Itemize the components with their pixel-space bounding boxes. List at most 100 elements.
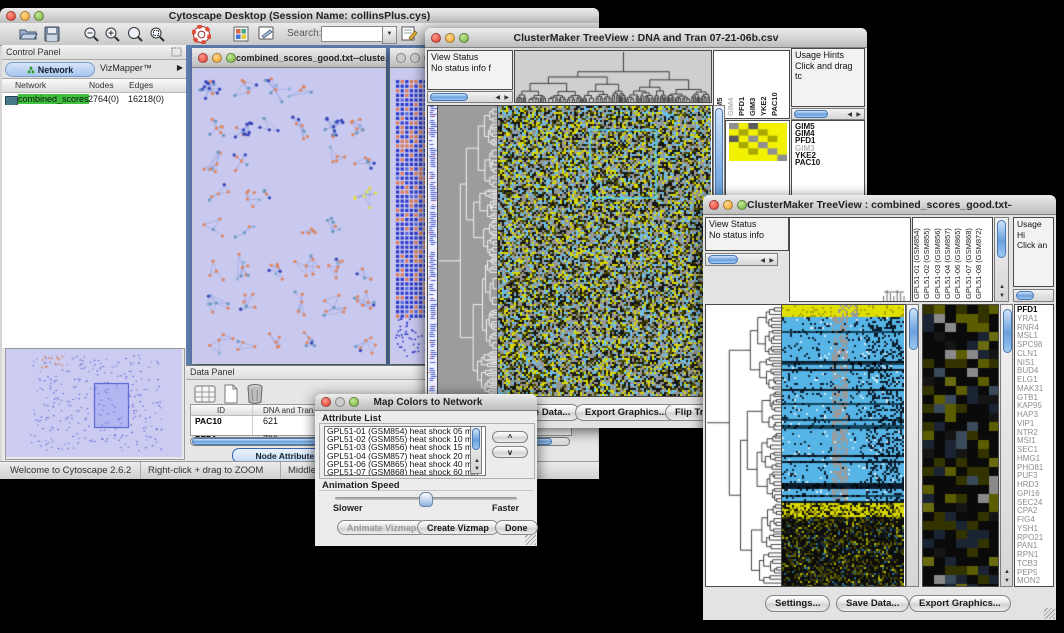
treeview1-title-bar[interactable]: ClusterMaker TreeView : DNA and Tran 07-… (425, 28, 867, 48)
resize-grip[interactable] (525, 534, 536, 545)
export-graphics-button[interactable]: Export Graphics... (575, 404, 677, 421)
search-dropdown-button[interactable]: ▼ (382, 26, 397, 44)
tv1-row-dendrogram[interactable] (438, 105, 498, 397)
slower-label: Slower (333, 503, 363, 513)
column-label[interactable]: GIM4 (726, 98, 735, 116)
tv2-usage-hints: Usage Hi Click an (1013, 217, 1054, 287)
column-label[interactable]: GPL51-08 (GSM872) (974, 228, 983, 299)
annotation-icon[interactable] (258, 26, 275, 42)
attribute-item[interactable]: GPL51-07 (GSM868) heat shock 60 min (327, 468, 485, 476)
column-label[interactable]: GPL51-07 (GSM868) (964, 228, 973, 299)
col-id: ID (217, 406, 225, 415)
column-label[interactable]: GPL51-03 (GSM856) (933, 228, 942, 299)
vizmapper-icon[interactable] (233, 26, 249, 42)
minimize-icon[interactable] (445, 33, 455, 43)
float-panel-icon[interactable] (171, 47, 182, 57)
minimize-icon[interactable] (335, 397, 345, 407)
network-tab-icon (27, 66, 35, 74)
attribute-list-scrollbar[interactable]: ▲ ▼ (470, 426, 482, 474)
close-icon[interactable] (198, 53, 208, 63)
resize-grip[interactable] (1044, 608, 1055, 619)
create-vizmap-button[interactable]: Create Vizmap (417, 520, 499, 535)
save-data-button[interactable]: Save Data... (836, 595, 909, 612)
tv2-detail-heatmap[interactable] (922, 304, 999, 587)
zoom-window-icon[interactable] (459, 33, 469, 43)
column-label[interactable]: GPL51-06 (GSM865) (953, 228, 962, 299)
tv1-mini-heatmap[interactable] (729, 123, 787, 161)
done-button[interactable]: Done (495, 520, 538, 535)
tv1-column-dendrogram[interactable] (514, 50, 712, 103)
minimize-icon[interactable] (723, 200, 733, 210)
treeview2-title-bar[interactable]: ClusterMaker TreeView : combined_scores_… (703, 195, 1056, 215)
help-lifering-icon[interactable] (192, 25, 211, 44)
tv1-usage-hscrollbar[interactable]: ◀ ▶ (791, 108, 865, 120)
tv1-status-hscrollbar[interactable]: ◀ ▶ (427, 91, 513, 103)
tv1-global-strip[interactable] (427, 105, 438, 397)
open-file-icon[interactable] (18, 26, 38, 42)
settings-button[interactable]: Settings... (765, 595, 830, 612)
move-up-button[interactable]: ^ (492, 431, 528, 443)
network-view-title-bar[interactable]: combined_scores_good.txt--cluste... (192, 48, 386, 68)
attribute-editor-icon[interactable] (401, 26, 418, 42)
gene-label[interactable]: MON2 (1017, 577, 1053, 586)
close-icon[interactable] (396, 53, 406, 63)
tv2-labels-vscrollbar[interactable]: ▲ ▼ (994, 217, 1009, 302)
tv1-heatmap[interactable] (498, 105, 713, 397)
zoom-fit-icon[interactable] (126, 26, 143, 43)
animate-vizmap-button[interactable]: Animate Vizmap (337, 520, 426, 535)
column-label[interactable]: GPL51-01 (GSM854) (912, 228, 921, 299)
status-hint-zoom: Right-click + drag to ZOOM (148, 465, 263, 476)
close-icon[interactable] (431, 33, 441, 43)
tv2-detail-vscrollbar[interactable]: ▲ ▼ (1000, 304, 1013, 587)
control-panel: Control Panel Network VizMapper™ ▶ Netwo… (2, 45, 187, 462)
export-graphics-button[interactable]: Export Graphics... (909, 595, 1011, 612)
tv2-usage-hscrollbar[interactable] (1013, 289, 1054, 302)
row-label[interactable]: PAC10 (795, 159, 864, 166)
column-label[interactable]: YKE2 (759, 96, 768, 116)
zoom-selected-icon[interactable] (149, 26, 166, 43)
slider-thumb[interactable] (419, 492, 433, 507)
save-icon[interactable] (44, 26, 60, 42)
minimize-icon[interactable] (20, 11, 30, 21)
new-attribute-icon[interactable] (222, 384, 240, 404)
column-label[interactable]: GPL51-02 (GSM855) (922, 228, 931, 299)
tv2-heatmap-vscrollbar[interactable] (906, 304, 919, 587)
treeview2-title: ClusterMaker TreeView : combined_scores_… (747, 199, 1012, 211)
search-input[interactable] (321, 26, 384, 42)
zoom-in-icon[interactable] (104, 26, 121, 43)
main-title-bar[interactable]: Cytoscape Desktop (Session Name: collins… (0, 8, 599, 24)
tv2-column-dendrogram[interactable] (789, 217, 911, 302)
tab-vizmapper[interactable]: VizMapper™ (100, 63, 152, 73)
move-down-button[interactable]: v (492, 446, 528, 458)
network-overview-canvas[interactable] (6, 349, 182, 457)
tab-network[interactable]: Network (5, 62, 95, 77)
tv1-view-status: View Status No status info f (427, 50, 513, 90)
attribute-list[interactable]: GPL51-01 (GSM854) heat shock 05 minGPL51… (324, 426, 486, 476)
column-label[interactable]: PFD1 (737, 97, 746, 116)
tv2-row-dendrogram[interactable] (705, 304, 782, 587)
delete-attribute-icon[interactable] (246, 383, 264, 405)
network-view-canvas[interactable] (193, 68, 385, 363)
dialog-title-bar[interactable]: Map Colors to Network (315, 394, 537, 411)
column-label[interactable]: PAC10 (770, 92, 779, 116)
zoom-window-icon[interactable] (737, 200, 747, 210)
zoom-window-icon[interactable] (34, 11, 44, 21)
animation-speed-slider[interactable] (335, 497, 517, 500)
table-mode-icon[interactable] (194, 384, 216, 404)
tv1-usage-hints: Usage Hints Click and drag tc (791, 48, 865, 107)
network-overview-panel[interactable] (5, 348, 185, 460)
close-icon[interactable] (6, 11, 16, 21)
minimize-icon[interactable] (410, 53, 420, 63)
column-label[interactable]: GIM3 (748, 98, 757, 116)
zoom-window-icon[interactable] (226, 53, 236, 63)
edges-count: 16218(0) (128, 94, 164, 104)
zoom-window-icon[interactable] (349, 397, 359, 407)
tv2-heatmap[interactable] (782, 304, 906, 587)
zoom-out-icon[interactable] (83, 26, 100, 43)
minimize-icon[interactable] (212, 53, 222, 63)
close-icon[interactable] (321, 397, 331, 407)
tab-overflow-button[interactable]: ▶ (177, 63, 183, 72)
tv2-status-hscrollbar[interactable]: ◀ ▶ (705, 253, 778, 266)
close-icon[interactable] (709, 200, 719, 210)
column-label[interactable]: GPL51-04 (GSM857) (943, 228, 952, 299)
